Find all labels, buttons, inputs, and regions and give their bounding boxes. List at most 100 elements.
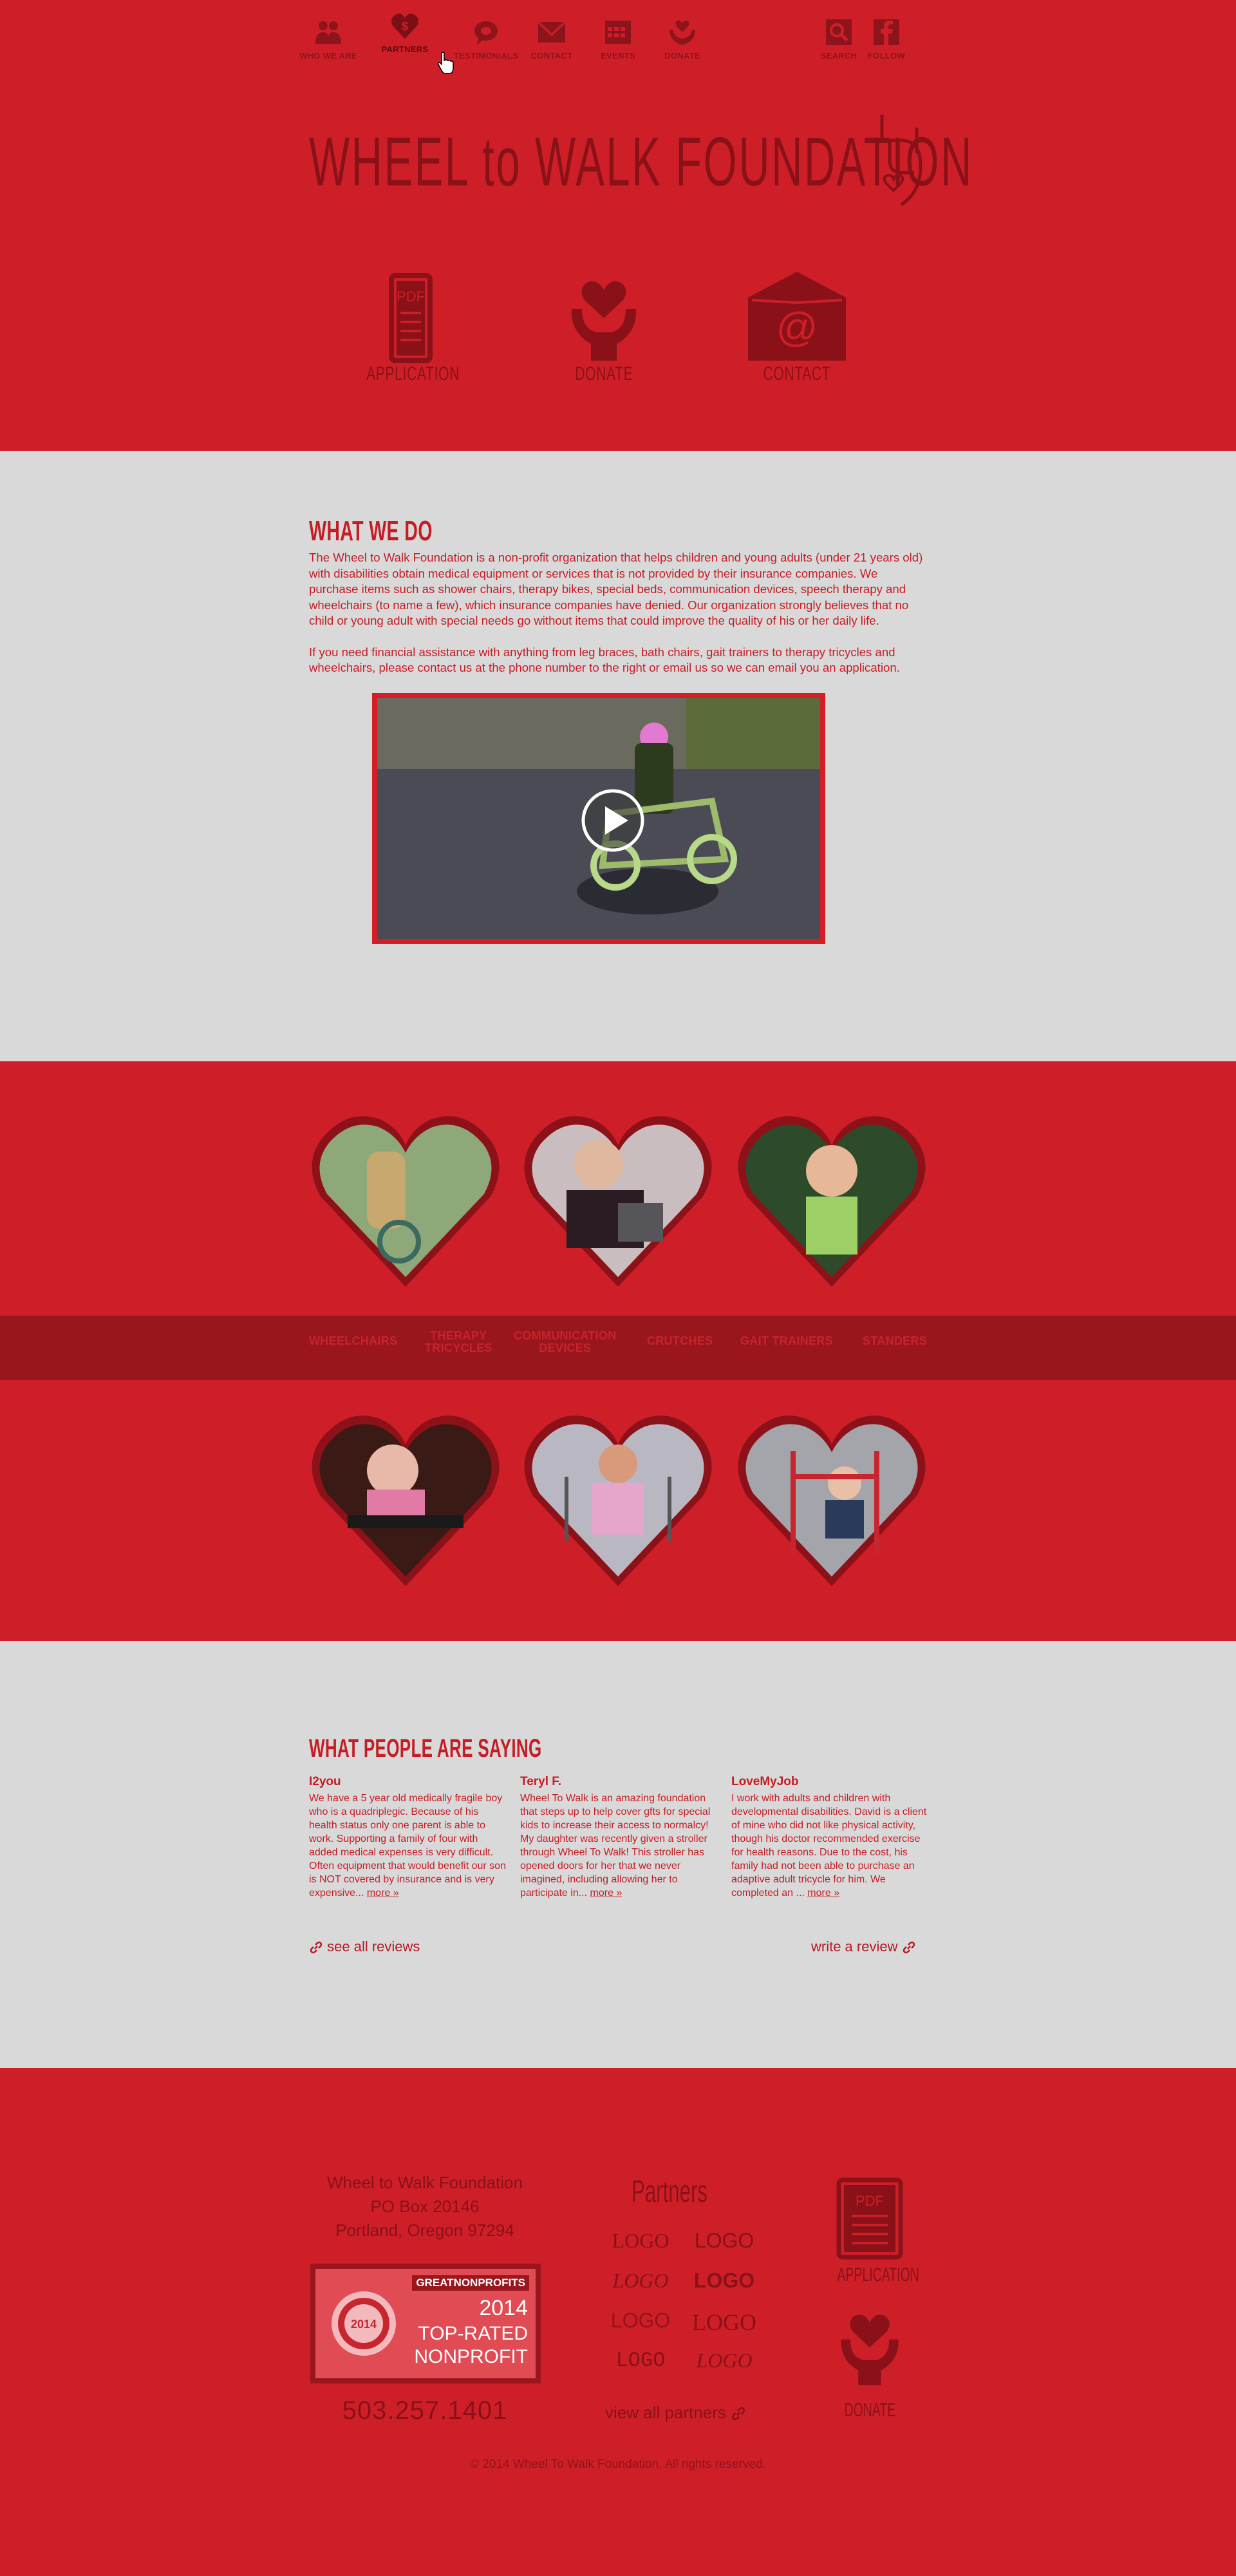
nav-label: FOLLOW [867,51,906,61]
heart-photo-communication[interactable] [521,1113,715,1290]
more-link[interactable]: more » [590,1888,623,1899]
nav-label: SEARCH [820,51,857,61]
testimonial-body: I work with adults and children with dev… [731,1793,927,1899]
svg-text:PDF: PDF [397,289,425,305]
footer-donate-link[interactable]: DONATE [815,2300,924,2421]
testimonial-card: LoveMyJob I work with adults and childre… [731,1775,931,1900]
speech-bubble-icon [474,21,498,45]
reviewer-name: Teryl F. [520,1775,562,1788]
heart-photo-crutches[interactable] [735,1113,928,1290]
partner-logo[interactable]: LOGO [605,2309,676,2333]
nav-label: EVENTS [601,51,635,61]
people-icon [315,21,341,44]
quick-contact[interactable]: @ CONTACT [733,270,861,385]
testimonial-text: I work with adults and children with dev… [731,1792,931,1900]
write-review-label: write a review [811,1938,898,1955]
nav-follow[interactable]: FOLLOW [864,18,909,62]
testimonials-section: WHAT PEOPLE ARE SAYING I2you We have a 5… [0,1641,1236,2068]
partner-logo[interactable]: LOGO [605,2349,676,2372]
greatnonprofits-badge[interactable]: 2014 GREATNONPROFITS 2014 TOP-RATED NONP… [310,2264,541,2383]
category-standers[interactable]: STANDERS [863,1335,927,1347]
badge-line2: NONPROFIT [414,2346,528,2367]
more-link[interactable]: more » [807,1888,839,1899]
view-all-partners-link[interactable]: view all partners [605,2403,746,2423]
pdf-document-icon: PDF [836,2177,903,2260]
write-review-link[interactable]: write a review [811,1938,916,1955]
quick-application[interactable]: PDF APPLICATION [346,270,475,385]
quick-label: CONTACT [763,363,831,384]
more-link[interactable]: more » [367,1888,399,1899]
logo-walker-heart-icon [880,115,922,207]
footer-application-link[interactable]: PDF APPLICATION [815,2177,924,2286]
partner-logo[interactable]: LOGO [689,2309,760,2336]
footer-donate-label: DONATE [844,2400,895,2421]
quick-label: APPLICATION [366,363,460,384]
heart-photo-row-bottom [309,1412,927,1586]
phone-number[interactable]: 503.257.1401 [309,2396,541,2425]
quick-links: PDF APPLICATION DONATE @ CONTACT [309,270,927,393]
partner-logo[interactable]: LOGO [689,2349,760,2372]
testimonial-text: We have a 5 year old medically fragile b… [309,1792,509,1900]
testimonial-text: Wheel To Walk is an amazing foundation t… [520,1792,720,1900]
mailing-address: Wheel to Walk Foundation PO Box 20146 Po… [309,2171,541,2242]
category-therapy-tricycles[interactable]: THERAPY TRICYCLES [425,1330,492,1354]
see-all-reviews-link[interactable]: see all reviews [309,1938,420,1955]
partner-logo[interactable]: LOGO [605,2229,676,2253]
svg-text:@: @ [776,304,818,350]
quick-donate[interactable]: DONATE [539,270,668,385]
review-links: see all reviews write a review [309,1938,927,1964]
heart-photo-wheelchair[interactable] [309,1113,502,1290]
category-wheelchairs[interactable]: WHEELCHAIRS [309,1335,397,1347]
partner-logo[interactable]: LOGO [605,2269,676,2293]
what-we-do-section: WHAT WE DO The Wheel to Walk Foundation … [0,451,1236,1061]
site-footer: Wheel to Walk Foundation PO Box 20146 Po… [0,2068,1236,2576]
quick-label: DONATE [574,363,633,384]
testimonial-body: Wheel To Walk is an amazing foundation t… [520,1793,711,1899]
logo-text: WHEEL to WALK FOUNDATION [309,122,973,200]
category-bar: WHEELCHAIRS THERAPY TRICYCLES COMMUNICAT… [0,1316,1236,1380]
view-all-partners-label: view all partners [605,2403,726,2422]
nav-label: TESTIMONIALS [453,51,519,61]
testimonial-card: I2you We have a 5 year old medically fra… [309,1775,509,1900]
email-envelope-icon: @ [748,272,846,361]
link-icon [310,1941,323,1954]
badge-inner: 2014 GREATNONPROFITS 2014 TOP-RATED NONP… [315,2269,536,2378]
footer-application-label: APPLICATION [837,2264,919,2286]
partner-logo[interactable]: LOGO [689,2229,760,2253]
heart-photo-therapy-tricycle[interactable] [309,1412,502,1589]
section-title: WHAT PEOPLE ARE SAYING [309,1734,542,1763]
nav-events[interactable]: EVENTS [583,18,653,62]
site-logo[interactable]: WHEEL to WALK FOUNDATION [309,115,971,211]
reviewer-name: LoveMyJob [731,1775,799,1788]
nav-partners[interactable]: $ PARTNERS [370,14,440,55]
category-label: THERAPY TRICYCLES [425,1329,492,1354]
po-box: PO Box 20146 [370,2197,480,2216]
pdf-document-icon: PDF [389,273,433,363]
pointer-cursor-icon [438,52,454,74]
nav-donate[interactable]: DONATE [647,18,718,62]
heart-photo-gait-trainer[interactable] [521,1412,715,1589]
seal-year: 2014 [351,2318,377,2331]
nav-testimonials[interactable]: TESTIMONIALS [451,18,521,62]
nav-who-we-are[interactable]: WHO WE ARE [293,18,364,62]
category-crutches[interactable]: CRUTCHES [647,1335,713,1347]
category-communication-devices[interactable]: COMMUNICATION DEVICES [514,1330,617,1354]
facebook-icon [874,19,899,45]
category-gait-trainers[interactable]: GAIT TRAINERS [740,1335,833,1347]
video-thumbnail [377,697,820,939]
nav-contact[interactable]: CONTACT [516,18,587,62]
play-button-icon[interactable] [581,788,645,853]
video-player[interactable] [372,692,825,944]
hands-heart-icon [670,20,695,45]
heart-photo-stander[interactable] [735,1412,928,1589]
heart-photo-row-top [309,1113,927,1287]
heart-dollar-icon: $ [391,14,418,39]
partner-logo[interactable]: LOGO [689,2269,760,2293]
section-title: WHAT WE DO [309,515,433,547]
nav-search[interactable]: SEARCH [816,18,861,62]
hands-heart-icon [841,2315,899,2385]
nav-label: DONATE [664,51,700,61]
top-navigation: WHO WE ARE $ PARTNERS TESTIMONIALS CONTA… [299,0,927,77]
badge-brand: GREATNONPROFITS [412,2275,529,2291]
see-all-reviews-label: see all reviews [327,1938,420,1955]
